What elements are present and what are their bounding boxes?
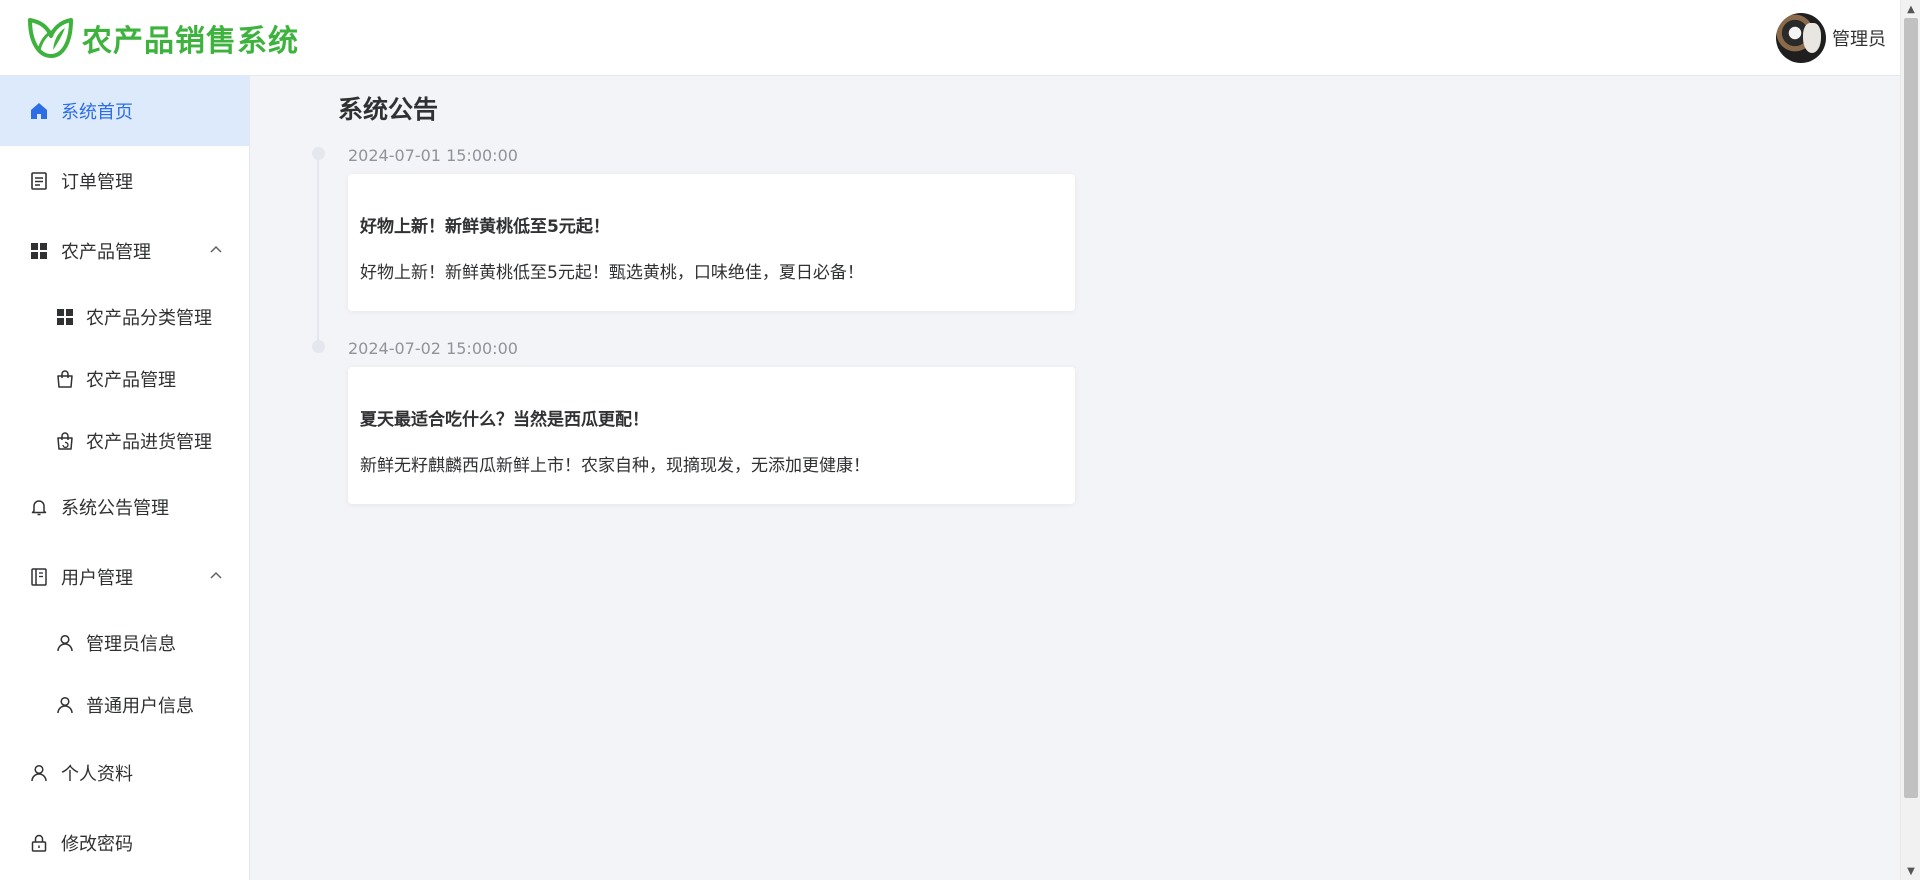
notice-title: 夏天最适合吃什么？当然是西瓜更配！ — [360, 410, 649, 430]
sidebar-item-label: 农产品管理 — [86, 370, 176, 391]
avatar[interactable] — [1776, 13, 1826, 63]
user-icon — [55, 633, 75, 653]
sidebar-item-label: 用户管理 — [61, 568, 133, 589]
page-title: 系统公告 — [338, 95, 439, 124]
notice-content: 新鲜无籽麒麟西瓜新鲜上市！农家自种，现摘现发，无添加更健康！ — [360, 456, 870, 476]
shopping-bag-icon — [55, 369, 75, 389]
top-header: 农产品销售系统 管理员 — [0, 0, 1900, 76]
home-icon — [29, 101, 49, 121]
sidebar-item-notice-manage[interactable]: 系统公告管理 — [0, 472, 249, 542]
vertical-scrollbar[interactable]: ▲ ▼ — [1900, 0, 1920, 880]
sidebar-item-label: 管理员信息 — [86, 634, 176, 655]
sidebar-item-label: 系统公告管理 — [61, 498, 169, 519]
sidebar-item-product-category[interactable]: 农产品分类管理 — [0, 286, 249, 348]
sidebar-item-products[interactable]: 农产品管理 — [0, 216, 249, 286]
scroll-up-arrow-icon[interactable]: ▲ — [1901, 0, 1920, 18]
sidebar-item-label: 农产品管理 — [61, 242, 151, 263]
bell-icon — [29, 497, 49, 517]
user-icon — [29, 763, 49, 783]
notice-card: 夏天最适合吃什么？当然是西瓜更配！ 新鲜无籽麒麟西瓜新鲜上市！农家自种，现摘现发… — [348, 367, 1075, 504]
notice-time: 2024-07-01 15:00:00 — [348, 146, 518, 165]
sidebar-item-profile[interactable]: 个人资料 — [0, 738, 249, 808]
lock-icon — [29, 833, 49, 853]
timeline-line — [317, 154, 319, 347]
user-menu[interactable]: 管理员 — [1776, 13, 1886, 63]
timeline-dot — [312, 147, 325, 160]
sidebar-item-normal-user-info[interactable]: 普通用户信息 — [0, 674, 249, 736]
user-name: 管理员 — [1832, 29, 1886, 50]
grid-icon — [29, 241, 49, 261]
sidebar-item-label: 修改密码 — [61, 834, 133, 855]
sidebar-item-orders[interactable]: 订单管理 — [0, 146, 249, 216]
scrollbar-thumb[interactable] — [1904, 18, 1918, 798]
sidebar-item-label: 农产品分类管理 — [86, 308, 212, 329]
sidebar-item-product-manage[interactable]: 农产品管理 — [0, 348, 249, 410]
notice-title: 好物上新！新鲜黄桃低至5元起！ — [360, 217, 610, 237]
sidebar-item-change-password[interactable]: 修改密码 — [0, 808, 249, 878]
app-title: 农产品销售系统 — [82, 23, 299, 59]
grid-icon — [55, 307, 75, 327]
logo[interactable]: 农产品销售系统 — [27, 16, 299, 60]
sidebar-item-home[interactable]: 系统首页 — [0, 76, 249, 146]
notice-content: 好物上新！新鲜黄桃低至5元起！甄选黄桃，口味绝佳，夏日必备！ — [360, 263, 864, 283]
chevron-up-icon — [210, 245, 222, 253]
user-icon — [55, 695, 75, 715]
timeline-dot — [312, 340, 325, 353]
sidebar-item-product-purchase[interactable]: 农产品进货管理 — [0, 410, 249, 472]
chevron-up-icon — [210, 571, 222, 579]
sidebar-item-label: 农产品进货管理 — [86, 432, 212, 453]
sidebar-item-user-manage[interactable]: 用户管理 — [0, 542, 249, 612]
scroll-down-arrow-icon[interactable]: ▼ — [1901, 862, 1920, 880]
sidebar: 系统首页 订单管理 农产品管理 农产品分类管理 农产品管理 农产品进货管理 系统… — [0, 76, 250, 880]
notice-card: 好物上新！新鲜黄桃低至5元起！ 好物上新！新鲜黄桃低至5元起！甄选黄桃，口味绝佳… — [348, 174, 1075, 311]
sidebar-item-label: 系统首页 — [61, 102, 133, 123]
sidebar-item-label: 订单管理 — [61, 172, 133, 193]
main-content: 系统公告 2024-07-01 15:00:00 好物上新！新鲜黄桃低至5元起！… — [250, 76, 1900, 880]
notebook-icon — [29, 567, 49, 587]
sidebar-item-admin-info[interactable]: 管理员信息 — [0, 612, 249, 674]
leaf-logo-icon — [27, 16, 73, 60]
bag-refresh-icon — [55, 431, 75, 451]
sidebar-item-label: 普通用户信息 — [86, 696, 194, 717]
notice-time: 2024-07-02 15:00:00 — [348, 339, 518, 358]
sidebar-item-label: 个人资料 — [61, 764, 133, 785]
document-icon — [29, 171, 49, 191]
